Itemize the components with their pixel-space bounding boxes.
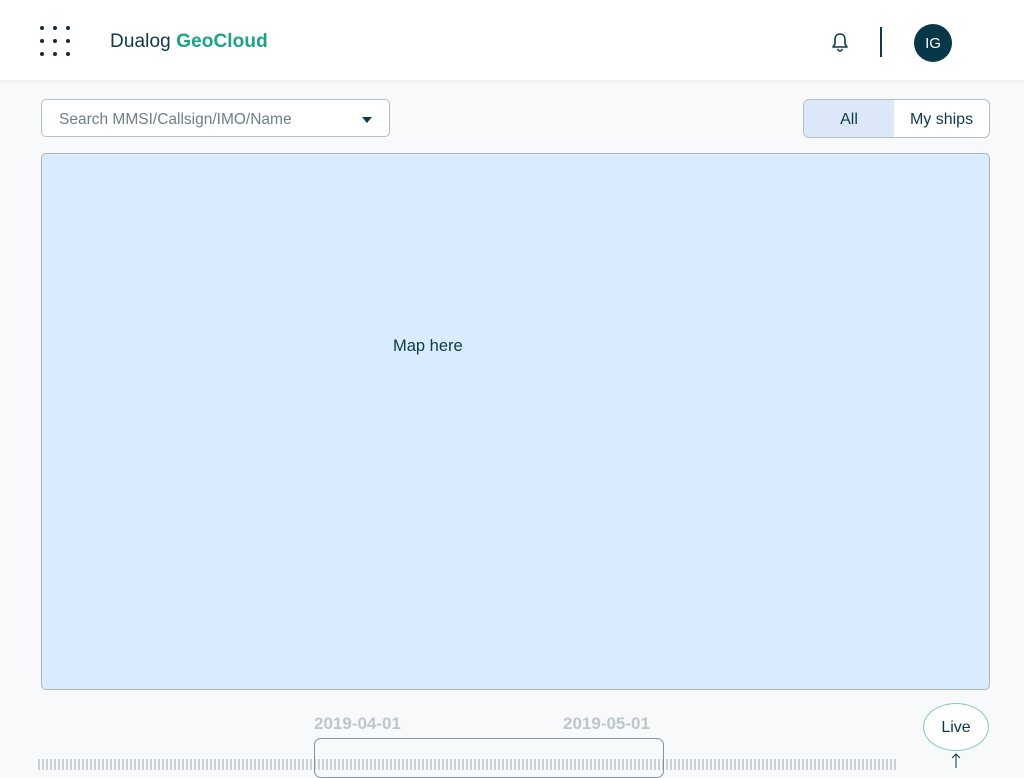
apps-grid-dot — [53, 52, 57, 56]
filter-all-button[interactable]: All — [804, 100, 894, 137]
live-button[interactable]: Live — [923, 703, 989, 751]
apps-grid-dot — [40, 26, 44, 30]
map-placeholder-text: Map here — [393, 337, 463, 355]
timeline-date-end: 2019-05-01 — [563, 714, 650, 733]
ship-search-input[interactable] — [57, 108, 351, 132]
user-avatar[interactable]: IG — [914, 24, 952, 62]
header-divider — [880, 27, 882, 57]
dropdown-caret-icon[interactable] — [362, 117, 372, 123]
map-area[interactable]: Map here — [41, 153, 990, 690]
timeline-date-start: 2019-04-01 — [314, 714, 401, 733]
brand-name-dualog: Dualog — [110, 31, 171, 52]
ship-filter-toggle: All My ships — [803, 99, 990, 138]
ship-search-box[interactable] — [41, 99, 390, 137]
top-bar: Dualog GeoCloud IG — [0, 0, 1024, 80]
bell-icon[interactable] — [828, 31, 852, 55]
brand-logo: Dualog GeoCloud — [110, 31, 268, 53]
apps-grid-dot — [53, 39, 57, 43]
timeline-selection-window[interactable] — [314, 738, 664, 778]
brand-name-geocloud: GeoCloud — [176, 31, 268, 52]
apps-grid-dot — [66, 39, 70, 43]
apps-grid-dot — [40, 39, 44, 43]
apps-grid-dot — [53, 26, 57, 30]
filter-my-ships-button[interactable]: My ships — [894, 100, 989, 137]
apps-grid-icon[interactable] — [40, 26, 74, 60]
apps-grid-dot — [66, 26, 70, 30]
apps-grid-dot — [40, 52, 44, 56]
live-pointer-icon — [950, 752, 962, 768]
apps-grid-dot — [66, 52, 70, 56]
